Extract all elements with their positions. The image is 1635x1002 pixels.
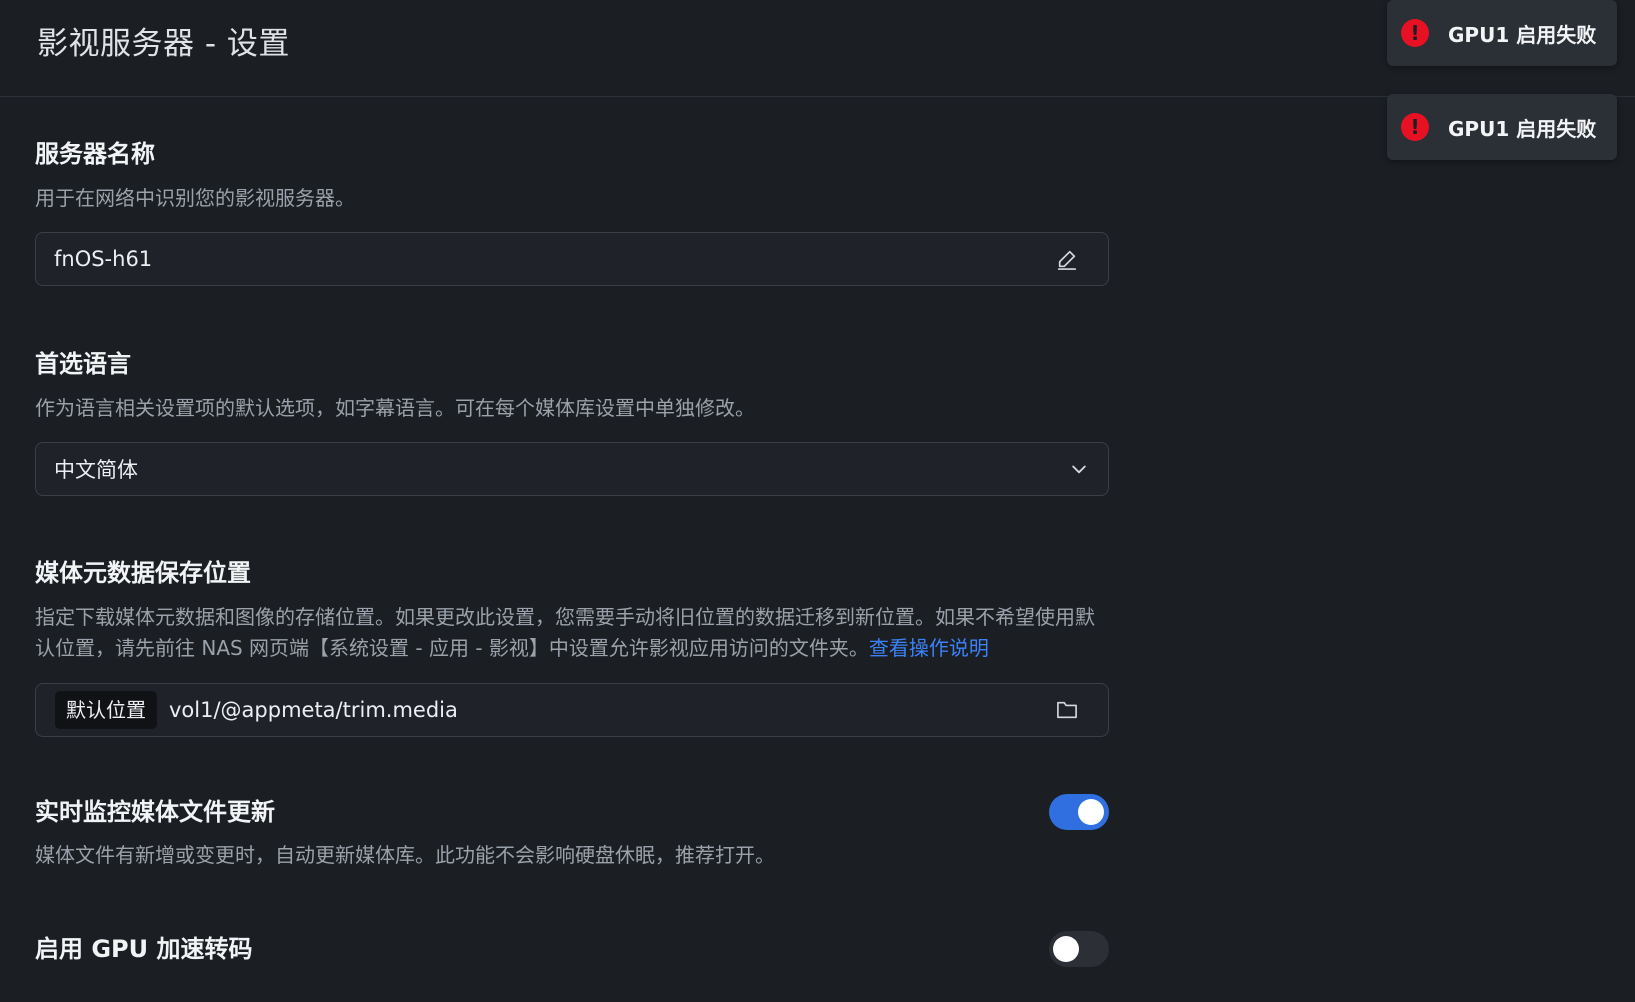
toggle-knob (1053, 936, 1079, 962)
language-section: 首选语言 作为语言相关设置项的默认选项，如字幕语言。可在每个媒体库设置中单独修改… (35, 344, 1109, 424)
edit-icon[interactable] (1054, 246, 1080, 272)
page-title: 影视服务器 - 设置 (37, 26, 290, 62)
server-name-section: 服务器名称 用于在网络中识别您的影视服务器。 (35, 134, 1109, 214)
help-link[interactable]: 查看操作说明 (869, 636, 989, 660)
gpu-transcode-title: 启用 GPU 加速转码 (35, 935, 253, 963)
default-location-tag: 默认位置 (55, 691, 157, 729)
metadata-location-title: 媒体元数据保存位置 (35, 559, 251, 587)
language-description: 作为语言相关设置项的默认选项，如字幕语言。可在每个媒体库设置中单独修改。 (35, 396, 755, 420)
toggle-knob (1078, 799, 1104, 825)
server-name-description: 用于在网络中识别您的影视服务器。 (35, 186, 355, 210)
toast-message: GPU1 启用失败 (1448, 116, 1597, 141)
gpu-transcode-toggle[interactable] (1049, 931, 1109, 967)
metadata-path-value: vol1/@appmeta/trim.media (169, 698, 458, 722)
server-name-title: 服务器名称 (35, 140, 155, 168)
realtime-monitor-toggle[interactable] (1049, 794, 1109, 830)
metadata-location-description: 指定下载媒体元数据和图像的存储位置。如果更改此设置，您需要手动将旧位置的数据迁移… (35, 602, 1109, 664)
error-toast[interactable]: ! GPU1 启用失败 (1387, 94, 1617, 160)
gpu-transcode-section: 启用 GPU 加速转码 (35, 931, 1109, 967)
language-selected-value: 中文简体 (54, 458, 138, 482)
folder-icon[interactable] (1054, 697, 1080, 723)
chevron-down-icon (1066, 456, 1092, 482)
metadata-path-field[interactable]: 默认位置 vol1/@appmeta/trim.media (35, 683, 1109, 737)
language-title: 首选语言 (35, 350, 131, 378)
metadata-location-section: 媒体元数据保存位置 指定下载媒体元数据和图像的存储位置。如果更改此设置，您需要手… (35, 553, 1109, 664)
language-select[interactable]: 中文简体 (35, 442, 1109, 496)
error-toast[interactable]: ! GPU1 启用失败 (1387, 0, 1617, 66)
realtime-monitor-title: 实时监控媒体文件更新 (35, 798, 275, 826)
toast-message: GPU1 启用失败 (1448, 22, 1597, 47)
realtime-monitor-section: 实时监控媒体文件更新 媒体文件有新增或变更时，自动更新媒体库。此功能不会影响硬盘… (35, 794, 1109, 871)
server-name-field[interactable]: fnOS-h61 (35, 232, 1109, 286)
error-icon: ! (1401, 113, 1429, 141)
error-icon: ! (1401, 19, 1429, 47)
realtime-monitor-description: 媒体文件有新增或变更时，自动更新媒体库。此功能不会影响硬盘休眠，推荐打开。 (35, 843, 775, 867)
server-name-value: fnOS-h61 (54, 247, 153, 271)
